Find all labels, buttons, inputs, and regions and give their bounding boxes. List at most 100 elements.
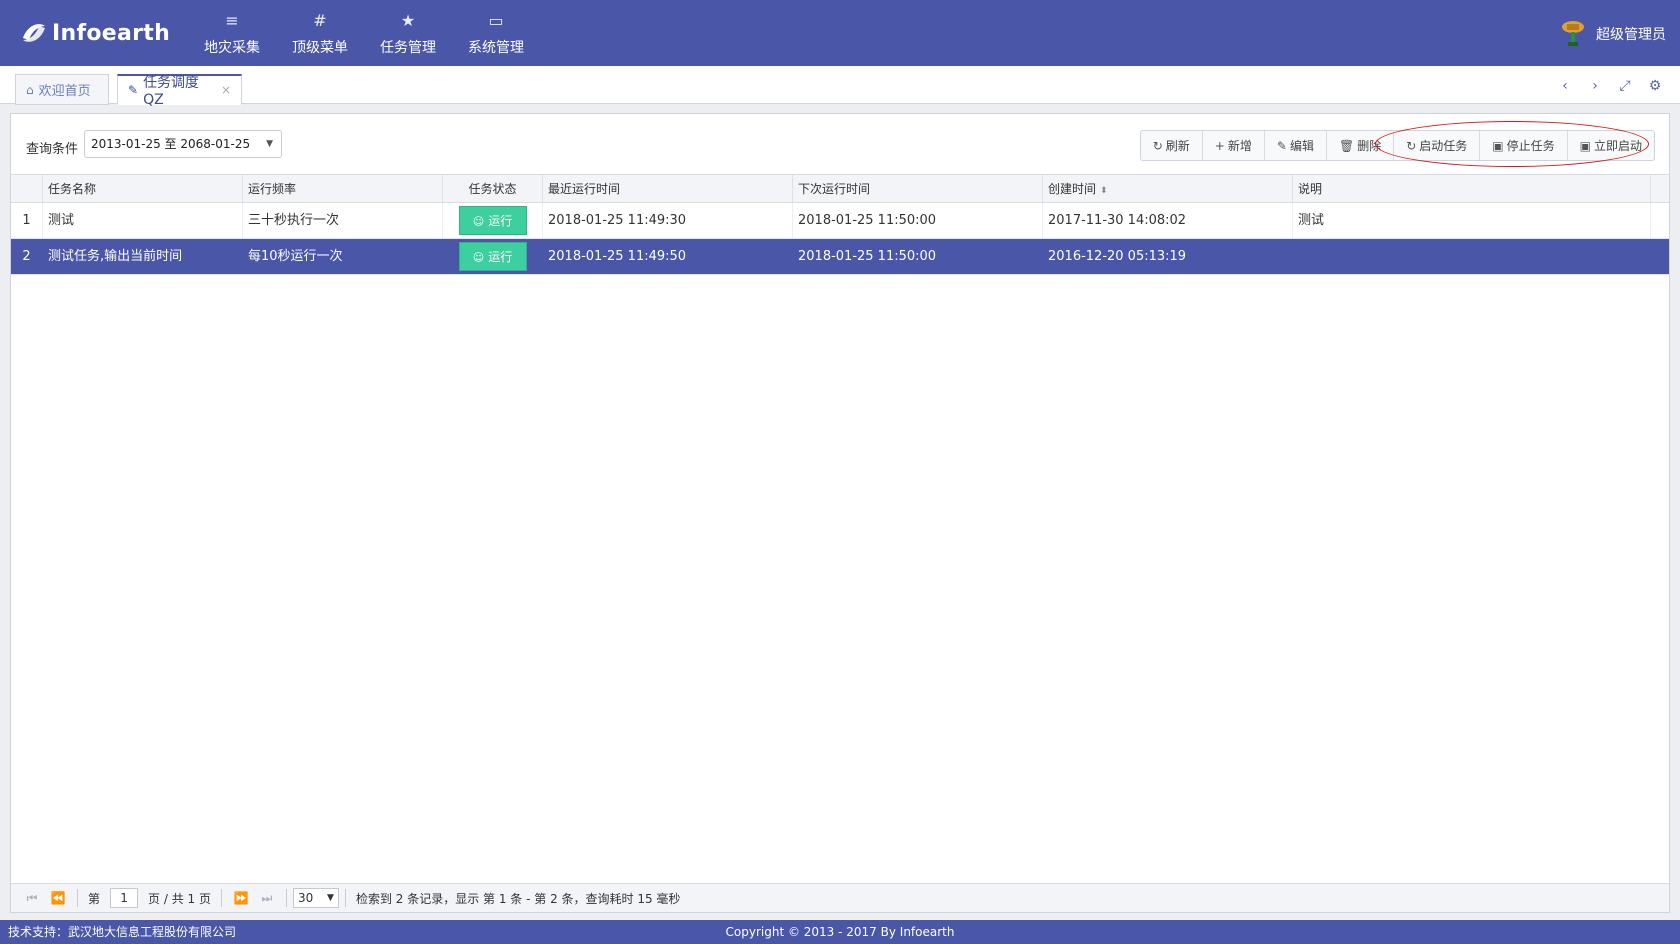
file-excel-icon: ▣ [1492,138,1504,153]
nav-item-label: 系统管理 [468,40,524,56]
chevron-right-icon[interactable]: › [1580,76,1610,96]
refresh-button[interactable]: ↻ 刷新 [1141,131,1203,160]
footer-copyright: Copyright © 2013 - 2017 By Infoearth [725,925,955,939]
button-label: 立即启动 [1593,139,1642,153]
date-range-select[interactable]: 2013-01-25 至 2068-01-25 ▼ [84,130,282,158]
next-page-icon[interactable]: ⏩ [228,891,254,905]
cell-last-run: 2018-01-25 11:49:50 [543,239,793,274]
pager-divider [285,889,287,907]
button-label: 编辑 [1289,139,1314,153]
fullscreen-icon[interactable]: ⤢ [1610,76,1640,96]
grid-header: 任务名称 运行频率 任务状态 最近运行时间 下次运行时间 创建时间 ⬍ 说明 [11,174,1669,203]
cell-status: ☺ 运行 [443,239,543,274]
user-name: 超级管理员 [1596,27,1666,43]
user-menu[interactable]: 超级管理员 [1558,18,1666,50]
logo[interactable]: Infoearth [20,18,170,48]
status-label: 运行 [488,250,513,264]
table-row[interactable]: 1 测试 三十秒执行一次 ☺ 运行 2018-01-25 11:49:30 201… [11,203,1669,239]
column-header-created[interactable]: 创建时间 ⬍ [1043,175,1293,203]
refresh-icon: ↻ [1152,138,1163,153]
gear-icon[interactable]: ⚙ [1640,76,1670,96]
top-nav: ≡ 地灾采集 # 顶级菜单 ★ 任务管理 ▭ 系统管理 [188,0,540,66]
button-label: 刷新 [1165,139,1190,153]
refresh-icon: ↻ [1406,138,1417,153]
column-header-frequency[interactable]: 运行频率 [243,175,443,203]
column-header-pad [1651,175,1669,203]
tab-tools: ‹ › ⤢ ⚙ [1550,76,1670,96]
nav-item-label: 顶级菜单 [292,40,348,56]
hash-icon: # [313,11,327,30]
page-number-input[interactable]: 1 [110,888,139,908]
tab-label: 任务调度QZ [143,75,200,108]
nav-item-disaster-collect[interactable]: ≡ 地灾采集 [188,0,276,66]
prev-page-icon[interactable]: ⏪ [45,891,71,905]
edit-button[interactable]: ✎ 编辑 [1265,131,1327,160]
run-now-button[interactable]: ▣ 立即启动 [1568,131,1654,160]
column-header-last-run[interactable]: 最近运行时间 [543,175,793,203]
button-label: 新增 [1227,139,1252,153]
pager-divider [344,889,346,907]
task-grid: 任务名称 运行频率 任务状态 最近运行时间 下次运行时间 创建时间 ⬍ 说明 1 … [11,174,1669,275]
delete-button[interactable]: 🗑 删除 [1327,131,1395,160]
edit-icon: ✎ [128,83,139,97]
toolbar: 查询条件 2013-01-25 至 2068-01-25 ▼ ↻ 刷新 + 新增… [11,114,1669,174]
page-prefix: 第 [88,891,101,906]
nav-item-system-manage[interactable]: ▭ 系统管理 [452,0,540,66]
pager-divider [220,889,222,907]
column-header-description[interactable]: 说明 [1293,175,1651,203]
stop-task-button[interactable]: ▣ 停止任务 [1480,131,1568,160]
cell-rownum: 1 [11,203,43,238]
menu-lines-icon: ≡ [225,11,239,30]
footer: Copyright © 2013 - 2017 By Infoearth 技术支… [0,920,1680,944]
column-header-status[interactable]: 任务状态 [443,175,543,203]
footer-support: 技术支持：武汉地大信息工程股份有限公司 [8,925,237,939]
nav-item-task-manage[interactable]: ★ 任务管理 [364,0,452,66]
cell-rownum: 2 [11,239,43,274]
logo-text: Infoearth [52,20,171,46]
cell-pad [1651,239,1669,274]
page-size-value: 30 [297,891,314,905]
cell-status: ☺ 运行 [443,203,543,238]
button-label: 删除 [1357,139,1382,153]
logo-mark-icon [23,24,45,42]
cell-task-name: 测试任务,输出当前时间 [43,239,243,274]
column-header-next-run[interactable]: 下次运行时间 [793,175,1043,203]
nav-item-label: 地灾采集 [204,40,260,56]
close-icon[interactable]: × [221,83,231,97]
cell-pad [1651,203,1669,238]
caret-down-icon: ▼ [266,139,273,149]
date-range-value: 2013-01-25 至 2068-01-25 [91,137,251,151]
table-row[interactable]: 2 测试任务,输出当前时间 每10秒运行一次 ☺ 运行 2018-01-25 11… [11,239,1669,275]
page-size-select[interactable]: 30 ▼ [292,888,339,908]
chevron-left-icon[interactable]: ‹ [1550,76,1580,96]
pager-summary: 检索到 2 条记录，显示 第 1 条 - 第 2 条，查询耗时 15 毫秒 [355,891,681,906]
pager-divider [77,889,78,907]
cell-description: 测试 [1293,203,1651,238]
column-header-task-name[interactable]: 任务名称 [43,175,243,203]
add-button[interactable]: + 新增 [1203,131,1265,160]
avatar [1562,21,1584,46]
button-label: 启动任务 [1419,139,1468,153]
plus-icon: + [1214,138,1225,153]
monitor-icon: ▭ [488,11,504,30]
action-button-group: ↻ 刷新 + 新增 ✎ 编辑 🗑 删除 ↻ 启动任务 ▣ 停止任务 ▣ 立即启动 [1139,130,1655,161]
file-excel-icon: ▣ [1579,138,1591,153]
column-header-label: 创建时间 [1048,182,1097,196]
tab-welcome-home[interactable]: ⌂ 欢迎首页 [15,74,109,105]
nav-item-top-menu[interactable]: # 顶级菜单 [276,0,364,66]
cell-frequency: 每10秒运行一次 [243,239,443,274]
last-page-icon[interactable]: ⏭ [254,891,280,906]
trash-icon: 🗑 [1338,138,1355,153]
start-task-button[interactable]: ↻ 启动任务 [1394,131,1481,160]
tabs-bar: ⌂ 欢迎首页 ✎ 任务调度QZ × ‹ › ⤢ ⚙ [0,66,1680,108]
first-page-icon[interactable]: ⏮ [19,891,45,906]
cell-description [1293,239,1651,274]
cell-next-run: 2018-01-25 11:50:00 [793,239,1043,274]
nav-item-label: 任务管理 [380,40,436,56]
caret-down-icon: ▼ [327,893,334,903]
edit-icon: ✎ [1276,138,1287,153]
column-header-rownum [11,175,43,203]
status-label: 运行 [488,214,513,228]
status-badge: ☺ 运行 [458,242,527,271]
tab-task-scheduler[interactable]: ✎ 任务调度QZ × [117,74,242,108]
